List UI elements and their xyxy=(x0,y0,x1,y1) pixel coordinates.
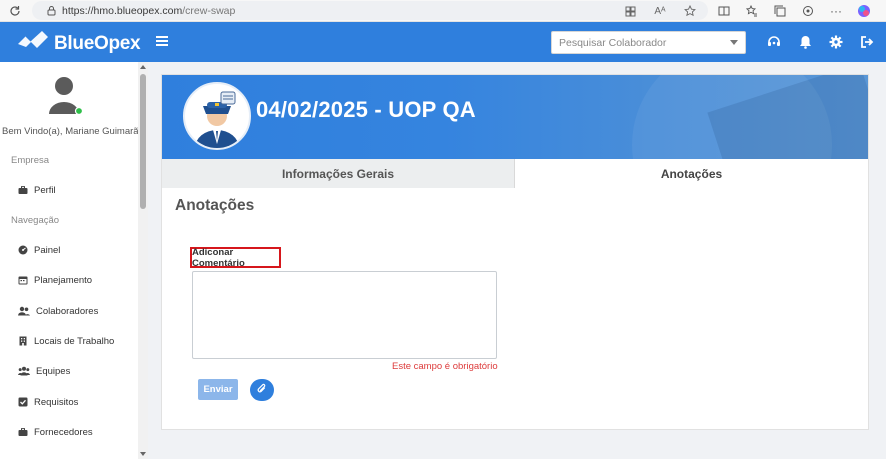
users-icon xyxy=(18,306,30,316)
collections-icon[interactable] xyxy=(772,3,788,19)
dashboard-icon xyxy=(18,245,28,255)
header-banner: 04/02/2025 - UOP QA xyxy=(162,75,868,159)
split-screen-icon[interactable] xyxy=(716,3,732,19)
main-content: 04/02/2025 - UOP QA Informações Gerais A… xyxy=(148,62,886,459)
favorites-icon[interactable] xyxy=(744,3,760,19)
sidebar-scrollbar[interactable] xyxy=(138,62,148,459)
url-text: https://hmo.blueopex.com/crew-swap xyxy=(62,5,235,17)
page-title: 04/02/2025 - UOP QA xyxy=(256,97,476,122)
paperclip-icon xyxy=(256,383,268,398)
section-heading: Anotações xyxy=(175,197,255,214)
lock-icon[interactable] xyxy=(44,4,58,18)
brand-logo[interactable]: BlueOpex xyxy=(16,30,141,57)
sidebar-item-label: Locais de Trabalho xyxy=(34,335,115,347)
favorite-star-icon[interactable] xyxy=(682,3,698,19)
scrollbar-thumb[interactable] xyxy=(140,74,146,209)
section-title-navigation: Navegação xyxy=(11,215,60,226)
more-icon[interactable]: ··· xyxy=(828,3,844,19)
comment-label: Adiconar Comentário xyxy=(192,246,245,269)
checkbox-icon xyxy=(18,397,28,407)
chevron-down-icon xyxy=(730,40,738,45)
search-placeholder: Pesquisar Colaborador xyxy=(559,36,667,49)
sidebar-item-label: Painel xyxy=(34,244,61,256)
page-scrollbar[interactable] xyxy=(880,62,886,459)
comment-textarea[interactable] xyxy=(192,271,497,359)
sidebar-item-fornecedores[interactable]: Fornecedores xyxy=(18,424,133,440)
apps-icon[interactable] xyxy=(622,3,638,19)
tab-informacoes-gerais[interactable]: Informações Gerais xyxy=(162,159,515,188)
team-icon xyxy=(18,366,30,376)
sidebar-item-label: Equipes xyxy=(36,365,71,377)
pilot-avatar-icon xyxy=(183,82,251,150)
url-host: https://hmo.blueopex.com xyxy=(62,4,183,17)
sidebar: Bem Vindo(a), Mariane Guimarães Empresa … xyxy=(0,62,149,459)
bell-icon[interactable] xyxy=(797,34,813,50)
comment-label-highlight: Adiconar Comentário xyxy=(190,246,281,269)
building-icon xyxy=(18,336,28,346)
welcome-text: Bem Vindo(a), Mariane Guimarães xyxy=(2,126,149,137)
refresh-icon[interactable] xyxy=(4,0,26,22)
sidebar-item-planejamento[interactable]: Planejamento xyxy=(18,272,133,288)
sidebar-item-label: Perfil xyxy=(34,184,56,196)
sidebar-item-equipes[interactable]: Equipes xyxy=(18,363,133,379)
scroll-down-arrow-icon[interactable] xyxy=(140,452,146,456)
logout-icon[interactable] xyxy=(859,34,875,50)
send-button[interactable]: Enviar xyxy=(198,379,238,400)
extensions-icon[interactable] xyxy=(800,3,816,19)
url-path: /crew-swap xyxy=(182,4,236,17)
sidebar-item-label: Planejamento xyxy=(34,274,93,286)
brand-name: BlueOpex xyxy=(54,32,141,54)
logo-mark-icon xyxy=(16,30,50,57)
tab-bar: Informações Gerais Anotações xyxy=(162,159,868,188)
scroll-up-arrow-icon[interactable] xyxy=(140,65,146,69)
sidebar-item-requisitos[interactable]: Requisitos xyxy=(18,394,133,410)
briefcase-icon xyxy=(18,185,28,195)
briefcase-icon xyxy=(18,427,28,437)
attach-button[interactable] xyxy=(250,379,274,401)
gear-icon[interactable] xyxy=(828,34,844,50)
sidebar-item-label: Fornecedores xyxy=(34,426,93,438)
copilot-icon[interactable] xyxy=(856,3,872,19)
tab-anotacoes[interactable]: Anotações xyxy=(515,159,868,188)
required-field-message: Este campo é obrigatório xyxy=(392,361,498,372)
section-title-company: Empresa xyxy=(11,155,50,166)
sidebar-item-label: Requisitos xyxy=(34,396,79,408)
app-header: BlueOpex Pesquisar Colaborador xyxy=(0,22,886,62)
sidebar-item-label: Colaboradores xyxy=(36,305,99,317)
address-bar[interactable]: https://hmo.blueopex.com/crew-swap Aᴬ xyxy=(32,1,708,20)
headset-icon[interactable] xyxy=(766,34,782,50)
avatar[interactable] xyxy=(48,76,84,116)
menu-toggle-icon[interactable] xyxy=(156,35,168,47)
read-aloud-icon[interactable]: Aᴬ xyxy=(652,3,668,19)
search-collaborator-select[interactable]: Pesquisar Colaborador xyxy=(551,31,746,54)
sidebar-item-painel[interactable]: Painel xyxy=(18,242,133,258)
sidebar-item-locais-de-trabalho[interactable]: Locais de Trabalho xyxy=(18,333,133,349)
sidebar-item-colaboradores[interactable]: Colaboradores xyxy=(18,303,133,319)
calendar-icon xyxy=(18,275,28,285)
crew-swap-card: 04/02/2025 - UOP QA Informações Gerais A… xyxy=(161,74,869,430)
browser-toolbar: https://hmo.blueopex.com/crew-swap Aᴬ ··… xyxy=(0,0,886,22)
sidebar-item-perfil[interactable]: Perfil xyxy=(18,182,133,198)
